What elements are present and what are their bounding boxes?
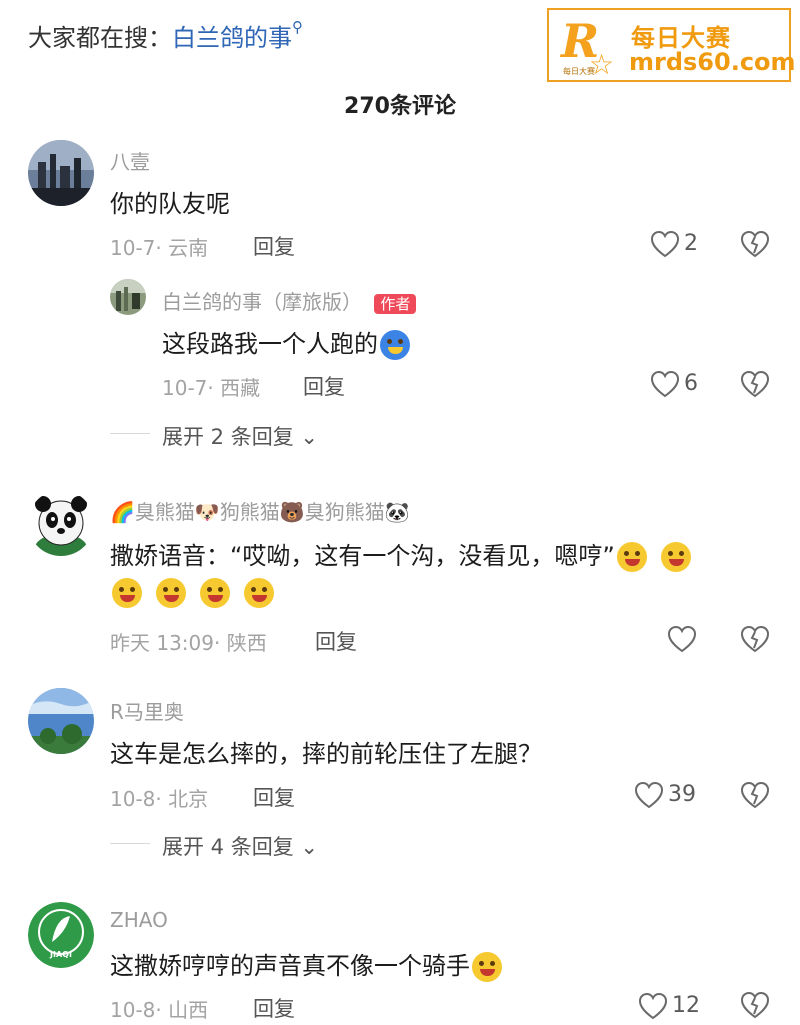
avatar[interactable] [28, 140, 94, 206]
reply-author: 白兰鸽的事（摩旅版） 作者 [162, 286, 417, 315]
comment-meta: 10-7· 云南 [110, 236, 209, 260]
heart-icon[interactable] [650, 370, 680, 398]
watermark-mini-text: 每日大赛 [563, 67, 595, 76]
crying-emoji-icon [380, 330, 410, 360]
dislike-icon[interactable] [740, 990, 770, 1020]
avatar[interactable] [110, 279, 146, 315]
like-count: 39 [668, 782, 696, 807]
dislike-icon[interactable] [740, 229, 770, 259]
reply-author-name[interactable]: 白兰鸽的事（摩旅版） [162, 290, 362, 314]
bear-icon: 🐻 [279, 500, 305, 524]
expand-replies-button[interactable]: 展开 4 条回复 ⌄ [162, 831, 318, 861]
comment-text-content: 这段路我一个人跑的 [162, 330, 378, 358]
like-count: 12 [672, 993, 700, 1018]
panda-icon: 🐼 [384, 500, 410, 524]
comment-meta: 10-7· 西藏 [162, 376, 261, 400]
author-name-part: 臭熊猫 [134, 500, 195, 524]
comment-meta: 昨天 13:09· 陕西 [110, 631, 267, 655]
laughing-emoji-icon [660, 542, 691, 572]
expand-replies-label: 展开 2 条回复 [162, 425, 294, 449]
divider [110, 433, 150, 434]
heart-icon[interactable] [634, 781, 664, 809]
divider [110, 843, 150, 844]
comment-author[interactable]: 🌈臭熊猫🐶狗熊猫🐻臭狗熊猫🐼 [110, 496, 410, 525]
avatar[interactable] [28, 490, 94, 556]
avatar-text: JIAQI [50, 950, 72, 959]
comment-meta: 10-8· 山西 [110, 998, 209, 1022]
author-name-part: 狗熊猫 [219, 500, 280, 524]
reply-button[interactable]: 回复 [253, 782, 295, 812]
watermark-url: mrds60.com [629, 48, 796, 76]
reply-button[interactable]: 回复 [303, 371, 345, 401]
laughing-crying-emoji-icon [472, 952, 502, 982]
comment-count-title: 270条评论 [344, 94, 456, 119]
search-icon[interactable]: ⚲ [292, 18, 303, 36]
watermark-logo: R ☆ 每日大赛 每日大赛 mrds60.com [547, 8, 796, 82]
rainbow-icon: 🌈 [110, 500, 135, 524]
reply-button[interactable]: 回复 [253, 993, 295, 1023]
heart-icon[interactable] [638, 992, 668, 1020]
dog-face-icon: 🐶 [194, 500, 220, 524]
laughing-emoji-icon [616, 542, 647, 572]
search-prefix: 大家都在搜： [28, 24, 172, 52]
emoji-row [110, 578, 274, 608]
chevron-down-icon: ⌄ [300, 425, 319, 449]
author-name-part: 臭狗熊猫 [304, 500, 385, 524]
laughing-emoji-icon [200, 578, 230, 608]
laughing-emoji-icon [112, 578, 142, 608]
comment-author[interactable]: 八壹 [110, 146, 150, 175]
reply-button[interactable]: 回复 [315, 626, 357, 656]
laughing-emoji-icon [156, 578, 186, 608]
dislike-icon[interactable] [740, 624, 770, 654]
like-count: 2 [684, 231, 698, 256]
search-suggestion[interactable]: 大家都在搜：白兰鸽的事⚲ [28, 18, 303, 53]
avatar[interactable]: JIAQI [28, 902, 94, 968]
comment-text: 这段路我一个人跑的 [162, 324, 410, 360]
heart-icon[interactable] [650, 230, 680, 258]
comment-text: 你的队友呢 [110, 190, 230, 218]
reply-button[interactable]: 回复 [253, 231, 295, 261]
like-count: 6 [684, 371, 698, 396]
dislike-icon[interactable] [740, 780, 770, 810]
heart-icon[interactable] [667, 625, 697, 653]
search-term-link[interactable]: 白兰鸽的事 [172, 24, 292, 52]
dislike-icon[interactable] [740, 369, 770, 399]
comment-text-content: 撒娇语音：“哎呦，这有一个沟，没看见，嗯哼” [110, 542, 615, 570]
comment-text: 这撒娇哼哼的声音真不像一个骑手 [110, 946, 502, 982]
comment-text-content: 这撒娇哼哼的声音真不像一个骑手 [110, 952, 470, 980]
chevron-down-icon: ⌄ [300, 835, 319, 859]
comment-text: 这车是怎么摔的，摔的前轮压住了左腿？ [110, 740, 542, 768]
comment-author[interactable]: ZHAO [110, 908, 168, 932]
laughing-emoji-icon [244, 578, 274, 608]
comment-meta: 10-8· 北京 [110, 787, 209, 811]
author-badge: 作者 [374, 294, 417, 314]
expand-replies-label: 展开 4 条回复 [162, 835, 294, 859]
expand-replies-button[interactable]: 展开 2 条回复 ⌄ [162, 421, 318, 451]
avatar[interactable] [28, 688, 94, 754]
comment-text: 撒娇语音：“哎呦，这有一个沟，没看见，嗯哼” [110, 536, 691, 572]
comment-author[interactable]: R马里奥 [110, 696, 184, 725]
